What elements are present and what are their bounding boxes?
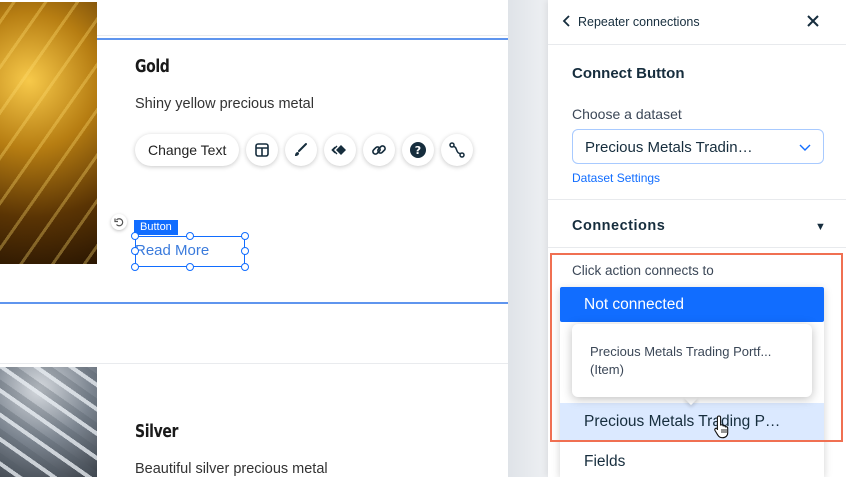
change-text-button[interactable]: Change Text (135, 134, 240, 166)
resize-handle-br[interactable] (241, 263, 249, 271)
resize-handle-tc[interactable] (186, 232, 194, 240)
resize-handle-bc[interactable] (186, 263, 194, 271)
item-description[interactable]: Shiny yellow precious metal (135, 96, 314, 112)
editor-canvas: Gold Shiny yellow precious metal Change … (0, 0, 508, 477)
design-brush-icon (295, 143, 308, 156)
connect-data-icon (449, 142, 466, 158)
layout-button[interactable] (246, 134, 279, 166)
editor-gutter (508, 0, 548, 477)
item-description[interactable]: Beautiful silver precious metal (135, 461, 328, 477)
silver-image[interactable] (0, 367, 97, 477)
divider (548, 44, 846, 45)
collapse-arrow-icon[interactable]: ▼ (815, 221, 826, 233)
design-button[interactable] (285, 134, 318, 166)
chevron-left-icon[interactable] (560, 14, 574, 28)
option-fields-group[interactable]: Fields (560, 447, 824, 477)
close-icon[interactable] (806, 14, 820, 28)
divider (548, 247, 846, 248)
element-toolbar: Change Text ? (135, 133, 474, 167)
element-type-tag: Button (134, 220, 178, 235)
panel-header: Repeater connections (548, 0, 846, 44)
dataset-label: Choose a dataset (572, 106, 682, 122)
dataset-settings-link[interactable]: Dataset Settings (572, 171, 660, 185)
item-title[interactable]: Silver (135, 421, 178, 442)
animation-button[interactable] (324, 134, 357, 166)
dataset-dropdown[interactable]: Precious Metals Tradin… (572, 129, 824, 164)
resize-handle-tl[interactable] (131, 232, 139, 240)
resize-handle-tr[interactable] (241, 232, 249, 240)
resize-handle-mr[interactable] (241, 247, 249, 255)
animation-icon (331, 145, 347, 155)
link-button[interactable] (363, 134, 396, 166)
resize-handle-ml[interactable] (131, 247, 139, 255)
annotation-highlight-box (550, 253, 843, 442)
svg-text:?: ? (415, 144, 421, 157)
gold-image[interactable] (0, 2, 97, 264)
undo-icon (114, 218, 124, 227)
item-divider (0, 363, 508, 364)
help-button[interactable]: ? (402, 134, 435, 166)
reset-button[interactable] (111, 214, 127, 230)
panel-title: Repeater connections (578, 15, 700, 29)
item-title[interactable]: Gold (135, 56, 170, 77)
hand-pointer-cursor-icon (714, 415, 729, 439)
divider (548, 199, 846, 200)
connect-data-button[interactable] (441, 134, 474, 166)
resize-handle-bl[interactable] (131, 263, 139, 271)
link-icon (372, 145, 387, 155)
help-icon: ? (410, 142, 427, 158)
connections-header[interactable]: Connections (572, 218, 665, 234)
chevron-down-icon (799, 144, 811, 151)
section-title: Connect Button (572, 65, 685, 82)
dataset-value: Precious Metals Tradin… (585, 139, 753, 156)
layout-icon (255, 143, 270, 157)
